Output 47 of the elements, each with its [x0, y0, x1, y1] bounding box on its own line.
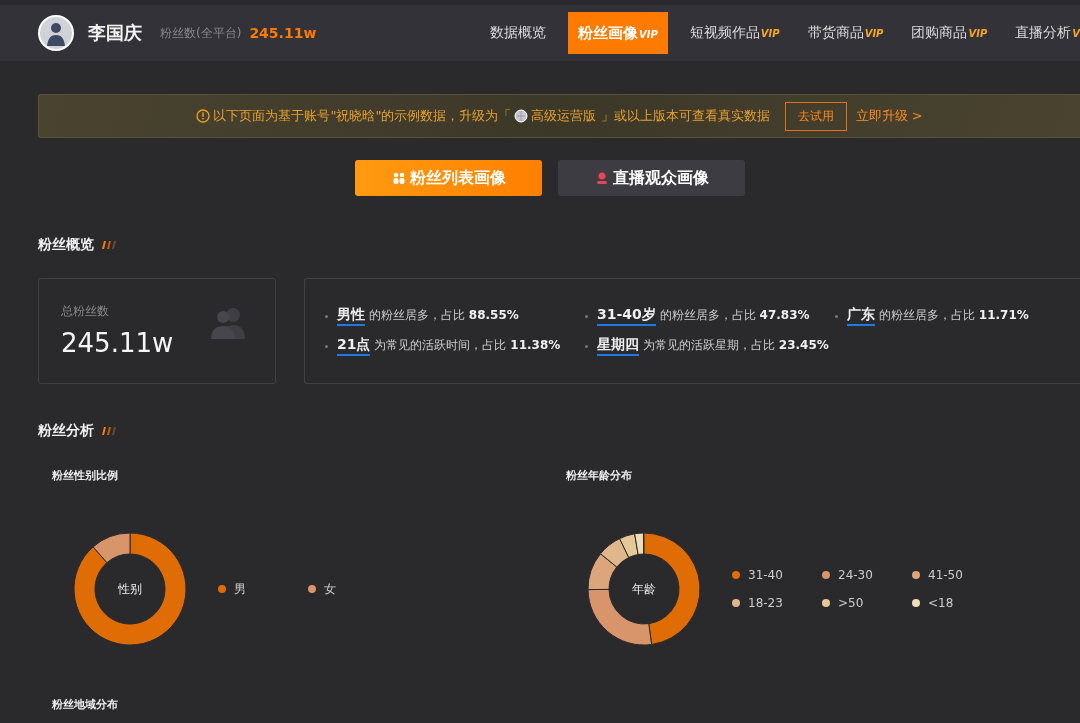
section-title: 粉丝分析: [38, 422, 94, 440]
try-button[interactable]: 去试用: [784, 101, 847, 131]
legend-label: 24-30: [838, 568, 873, 582]
fact-text: 为常见的活跃时间，占比 11.38%: [374, 337, 561, 354]
chart-title: 粉丝性别比例: [52, 468, 119, 483]
total-fans-value: 245.11w: [61, 328, 175, 358]
section-title: 粉丝概览: [38, 236, 94, 254]
fact-text: 的粉丝居多，占比 47.83%: [659, 307, 810, 324]
legend-label: 31-40: [748, 568, 783, 582]
legend-label: >50: [838, 596, 864, 610]
info-icon: [196, 109, 211, 123]
donut-label: 性别: [118, 580, 142, 598]
legend-label: 男: [234, 580, 246, 598]
badge-icon: [514, 109, 529, 123]
legend-label: 41-50: [928, 568, 963, 582]
stripes-icon: [100, 427, 118, 435]
chart-title: 粉丝地域分布: [52, 697, 118, 712]
legend-label: <18: [928, 596, 954, 610]
notice-text: 以下页面为基于账号"祝晓晗"的示例数据，升级为「: [213, 107, 512, 125]
upgrade-link[interactable]: 立即升级 >: [855, 107, 923, 125]
nav-tab[interactable]: 短视频作品VIP: [683, 12, 786, 54]
legend-label: 18-23: [748, 596, 783, 610]
account-name: 李国庆: [88, 21, 142, 45]
donut-label: 年龄: [632, 580, 656, 598]
total-fans-label: 总粉丝数: [61, 303, 110, 320]
fact-key: 21点: [337, 336, 371, 356]
fact-key: 31-40岁: [597, 306, 656, 326]
fact-key: 星期四: [597, 336, 639, 356]
nav-tab[interactable]: 带货商品VIP: [801, 12, 890, 54]
nav-tab[interactable]: 直播分析V: [1009, 12, 1080, 54]
nav-tab[interactable]: 团购商品 VIP: [905, 12, 994, 54]
people-icon: [391, 171, 406, 185]
portrait-tab[interactable]: 直播观众画像: [558, 160, 745, 196]
fact-text: 的粉丝居多，占比 11.71%: [879, 307, 1029, 324]
fact-text: 为常见的活跃星期，占比 23.45%: [643, 337, 829, 354]
legend-label: 女: [324, 580, 336, 598]
nav-tab[interactable]: 数据概览: [484, 12, 553, 54]
person-icon: [594, 171, 609, 185]
fans-label: 粉丝数(全平台): [160, 24, 242, 42]
fans-count: 245.11w: [249, 25, 317, 41]
avatar: [38, 15, 74, 51]
stripes-icon: [100, 241, 118, 249]
chart-title: 粉丝年龄分布: [566, 468, 633, 483]
fact-key: 男性: [337, 306, 365, 326]
notice-text: 高级运营版 」或以上版本可查看真实数据: [531, 107, 770, 125]
fact-key: 广东: [847, 306, 875, 326]
fact-text: 的粉丝居多，占比 88.55%: [369, 307, 519, 324]
